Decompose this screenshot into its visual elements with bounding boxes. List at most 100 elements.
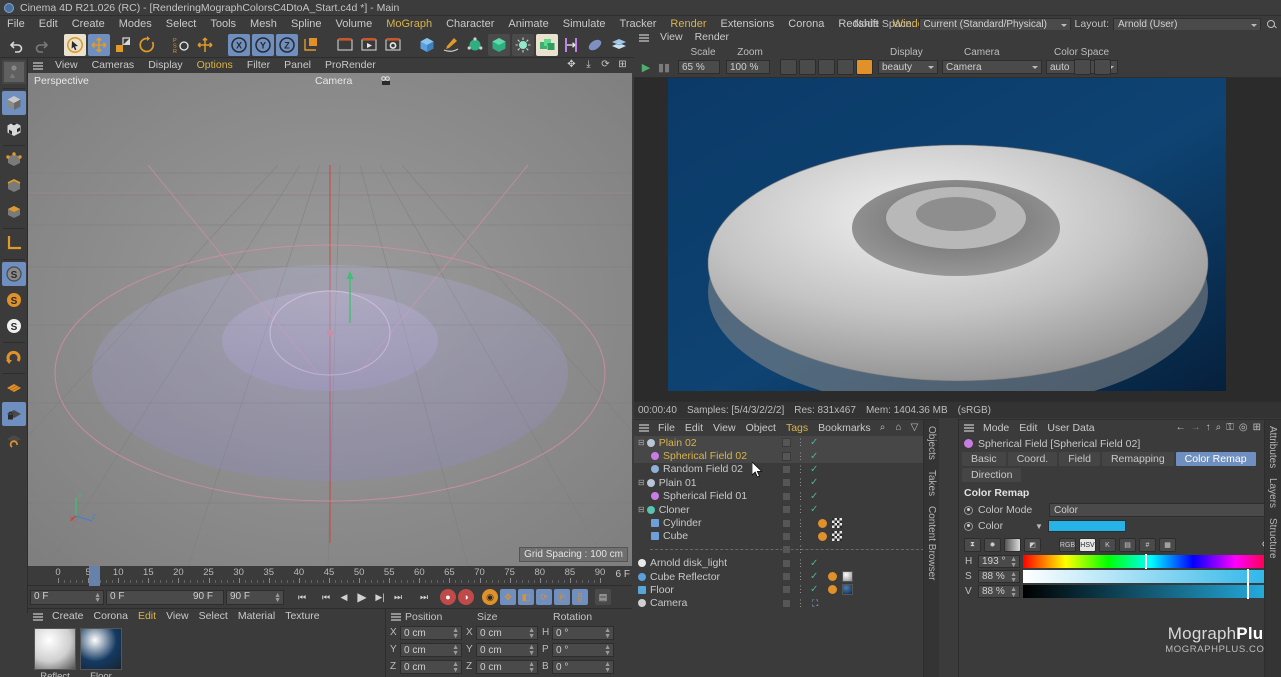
visibility-toggles-icon[interactable]: ⋮ (796, 504, 805, 515)
menu-character[interactable]: Character (439, 16, 501, 32)
object-row[interactable]: Floor ⋮ ✓ (634, 583, 939, 596)
workplane-button[interactable] (2, 376, 26, 400)
object-name[interactable]: Plain 02 (659, 437, 697, 449)
rotation-key-button[interactable]: ⟳ (536, 589, 552, 605)
rotate-view-icon[interactable]: ⟳ (600, 59, 611, 70)
render-menu-render[interactable]: Render (689, 30, 735, 45)
search-icon[interactable]: ⌕ (1216, 422, 1222, 433)
rotation-b-field[interactable]: 0 ° ▲ ▼ (552, 659, 614, 674)
zoom-view-icon[interactable]: ⤓ (583, 59, 594, 70)
material-menu-select[interactable]: Select (194, 609, 233, 624)
visibility-dot[interactable] (782, 478, 791, 488)
render-view-button[interactable] (334, 34, 356, 56)
filter-icon[interactable]: ▽ (909, 422, 920, 433)
texture-tag-icon[interactable] (832, 518, 842, 529)
hsv-field-s[interactable]: 88 % ▲ ▼ (978, 570, 1020, 584)
color-mode-hsv-button[interactable]: HSV (1079, 538, 1096, 552)
visibility-toggles-icon[interactable]: ⋮ (796, 571, 805, 582)
render-settings-button[interactable] (382, 34, 404, 56)
attr-menu-user-data[interactable]: User Data (1042, 420, 1099, 436)
record-active-objects-button[interactable]: ● (440, 589, 456, 605)
deformer-mesh-button[interactable] (608, 34, 630, 56)
hamburger-icon[interactable] (963, 422, 975, 434)
generator-nurbs-button[interactable] (464, 34, 486, 56)
search-icon[interactable] (1265, 18, 1279, 31)
menu-animate[interactable]: Animate (501, 16, 555, 32)
forward-arrow-icon[interactable]: → (1191, 422, 1201, 433)
image-icon[interactable]: ◩ (1024, 538, 1041, 552)
up-arrow-icon[interactable]: ↑ (1206, 422, 1211, 433)
object-name[interactable]: Cube Reflector (650, 571, 720, 583)
size-x-field[interactable]: 0 cm ▲ ▼ (476, 625, 538, 640)
visibility-toggles-icon[interactable]: ⋮ (796, 558, 805, 569)
point-mode-button[interactable] (2, 148, 26, 172)
object-name[interactable]: Spherical Field 01 (663, 490, 747, 502)
object-menu-bookmarks[interactable]: Bookmarks (813, 420, 876, 436)
texture-mode-button[interactable] (2, 117, 26, 141)
vtab-content-browser[interactable]: Content Browser (924, 496, 937, 580)
color-mode-select[interactable]: Color (1049, 503, 1275, 517)
menu-modes[interactable]: Modes (112, 16, 159, 32)
anim-start-field[interactable]: 0 F ▲ ▼ (30, 589, 104, 605)
object-row[interactable]: Camera ⋮ ⛶ (634, 597, 939, 610)
enabled-check-icon[interactable]: ✓ (810, 464, 818, 475)
scene-environment-button[interactable] (512, 33, 534, 56)
timeline-ticks[interactable]: 0 5 10 15 20 25 30 35 40 45 50 55 60 65 70 75 80 85 90 (28, 566, 632, 586)
param-key-button[interactable]: Ⓟ (554, 589, 570, 605)
menu-file[interactable]: File (0, 16, 32, 32)
position-y-field[interactable]: 0 cm ▲ ▼ (400, 642, 462, 657)
enabled-check-icon[interactable]: ✓ (810, 584, 818, 595)
enabled-check-icon[interactable]: ✓ (810, 437, 818, 448)
object-menu-object[interactable]: Object (741, 420, 781, 436)
play-button[interactable]: ▶ (354, 589, 370, 605)
attr-menu-mode[interactable]: Mode (978, 420, 1014, 436)
timeline-ruler[interactable]: 0 5 10 15 20 25 30 35 40 45 50 55 60 65 70 75 80 85 90 6 F (28, 566, 632, 586)
deformer-button[interactable] (488, 33, 510, 56)
target-icon[interactable]: ◎ (1239, 422, 1248, 433)
rotation-h-field[interactable]: 0 ° ▲ ▼ (552, 625, 614, 640)
object-menu-view[interactable]: View (708, 420, 741, 436)
object-menu-file[interactable]: File (653, 420, 680, 436)
position-z-field[interactable]: 0 cm ▲ ▼ (400, 659, 462, 674)
enabled-check-icon[interactable]: ✓ (810, 477, 818, 488)
redo-button[interactable] (30, 34, 52, 56)
scale-tool-button[interactable] (112, 34, 134, 56)
hsv-slider-handle[interactable] (1145, 554, 1148, 569)
visibility-toggles-icon[interactable]: ⋮ (796, 491, 805, 502)
search-icon[interactable]: ⌕ (877, 422, 888, 433)
chevron-down-icon[interactable]: ▼ (1035, 522, 1043, 531)
attr-tab-field[interactable]: Field (1059, 452, 1100, 466)
live-selection-preview-icon[interactable] (1, 60, 26, 84)
go-to-start-button[interactable]: ⏮ (294, 589, 310, 605)
vtab-attributes[interactable]: Attributes (1265, 420, 1278, 468)
object-row[interactable]: ⊟ Plain 01 ⋮ ✓ (634, 476, 939, 489)
viewport-menu-prorender[interactable]: ProRender (318, 58, 383, 73)
material-menu-edit[interactable]: Edit (133, 609, 161, 624)
timeline-playhead[interactable] (89, 566, 101, 586)
position-x-field[interactable]: 0 cm ▲ ▼ (400, 625, 462, 640)
render-compare-icon[interactable] (818, 59, 835, 75)
wheel-icon[interactable]: ✹ (984, 538, 1001, 552)
move-axis-button[interactable] (194, 34, 216, 56)
color-mode-mix-button[interactable]: ▤ (1119, 538, 1136, 552)
object-name[interactable]: Arnold disk_light (650, 557, 727, 569)
spectrum-icon[interactable] (1004, 538, 1021, 552)
expand-toggle-icon[interactable]: ⊟ (638, 438, 645, 447)
attr-tab-direction[interactable]: Direction (962, 468, 1022, 482)
psr-button[interactable]: PSR (170, 34, 192, 56)
mograph-effector-button[interactable] (560, 34, 582, 56)
material-swatch[interactable] (80, 628, 122, 670)
enable-snap-button[interactable]: S (2, 288, 26, 312)
material-menu-create[interactable]: Create (47, 609, 89, 624)
render-region-icon[interactable] (780, 59, 797, 75)
object-name[interactable]: Plain 01 (659, 477, 697, 489)
object-name[interactable]: Random Field 02 (663, 463, 743, 475)
object-row[interactable]: Arnold disk_light ⋮ ✓ (634, 557, 939, 570)
toggle-layout-icon[interactable]: ⊞ (617, 59, 628, 70)
x-axis-lock-button[interactable]: X (228, 33, 250, 56)
object-row[interactable]: Cylinder ⋮ (634, 516, 939, 529)
layout-select[interactable]: Arnold (User) (1113, 17, 1261, 31)
material-tag-icon[interactable] (818, 518, 827, 528)
position-key-button[interactable]: ✥ (500, 589, 516, 605)
viewport-menu-view[interactable]: View (48, 58, 85, 73)
